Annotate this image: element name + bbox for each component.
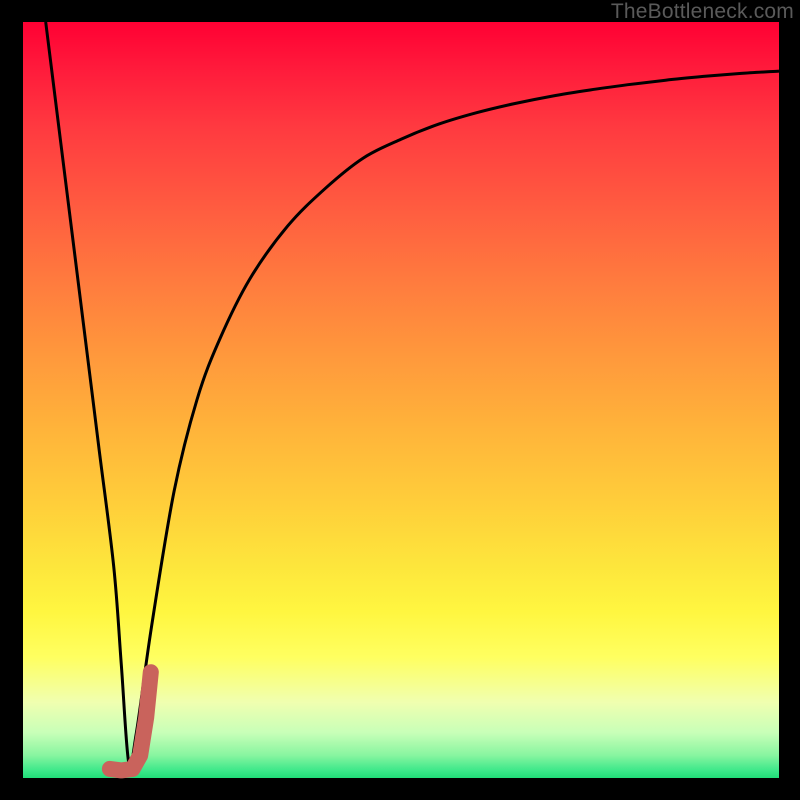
highlight-J bbox=[110, 672, 151, 770]
bottleneck-curve bbox=[46, 22, 779, 766]
chart-overlay bbox=[23, 22, 779, 778]
watermark-text: TheBottleneck.com bbox=[611, 0, 794, 24]
chart-frame: TheBottleneck.com bbox=[0, 0, 800, 800]
